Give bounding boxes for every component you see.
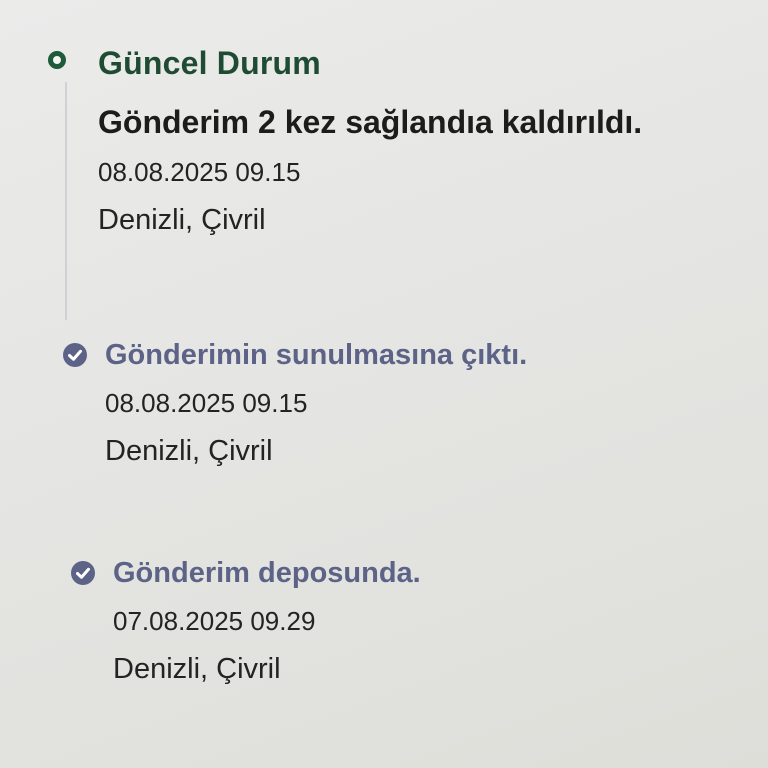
event-location: Denizli, Çivril xyxy=(113,653,281,685)
event-datetime: 07.08.2025 09.29 xyxy=(113,606,316,636)
check-circle-icon xyxy=(63,343,87,367)
event-title: Gönderim deposunda. xyxy=(113,557,421,589)
timeline-connector-line xyxy=(65,82,67,320)
event-location: Denizli, Çivril xyxy=(98,204,266,236)
current-status-title: Güncel Durum xyxy=(98,45,321,81)
timeline-event-current: Güncel Durum Gönderim 2 kez sağlandıa ka… xyxy=(48,45,643,237)
shipment-tracking-timeline: Güncel Durum Gönderim 2 kez sağlandıa ka… xyxy=(0,0,768,768)
event-datetime: 08.08.2025 09.15 xyxy=(105,388,308,418)
check-circle-icon xyxy=(71,561,95,585)
event-datetime: 08.08.2025 09.15 xyxy=(98,157,301,187)
current-status-ring-icon xyxy=(48,51,66,69)
event-location: Denizli, Çivril xyxy=(105,435,273,467)
current-status-description: Gönderim 2 kez sağlandıa kaldırıldı. xyxy=(98,104,643,140)
timeline-event-at-warehouse: Gönderim deposunda. 07.08.2025 09.29 Den… xyxy=(71,557,421,686)
timeline-event-out-for-delivery: Gönderimin sunulmasına çıktı. 08.08.2025… xyxy=(63,339,528,468)
event-title: Gönderimin sunulmasına çıktı. xyxy=(105,339,528,371)
